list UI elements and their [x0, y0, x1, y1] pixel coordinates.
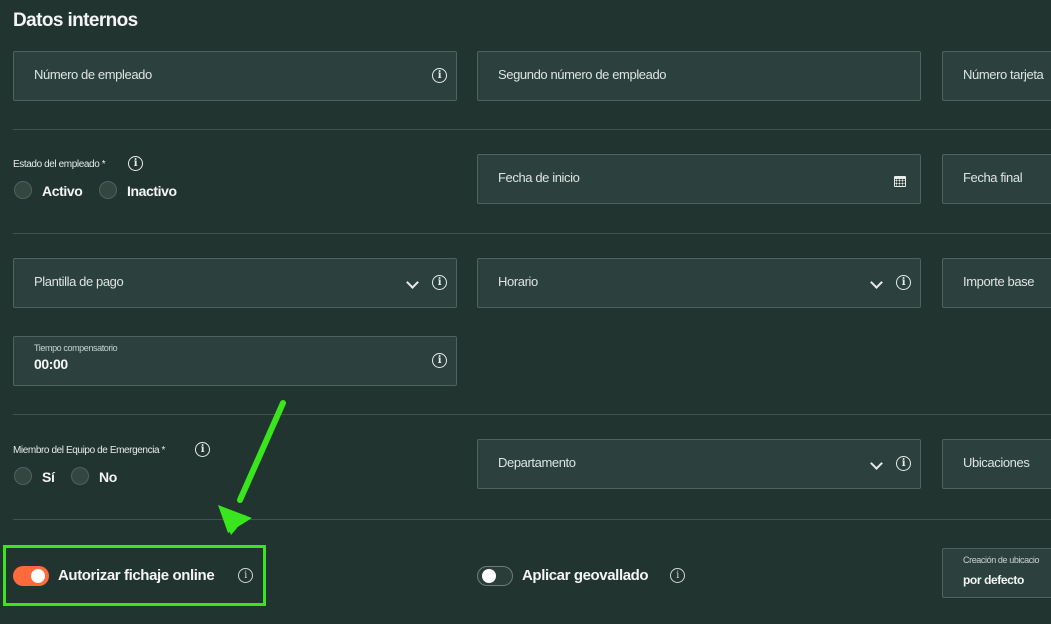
annotation-arrow-icon [218, 400, 286, 535]
